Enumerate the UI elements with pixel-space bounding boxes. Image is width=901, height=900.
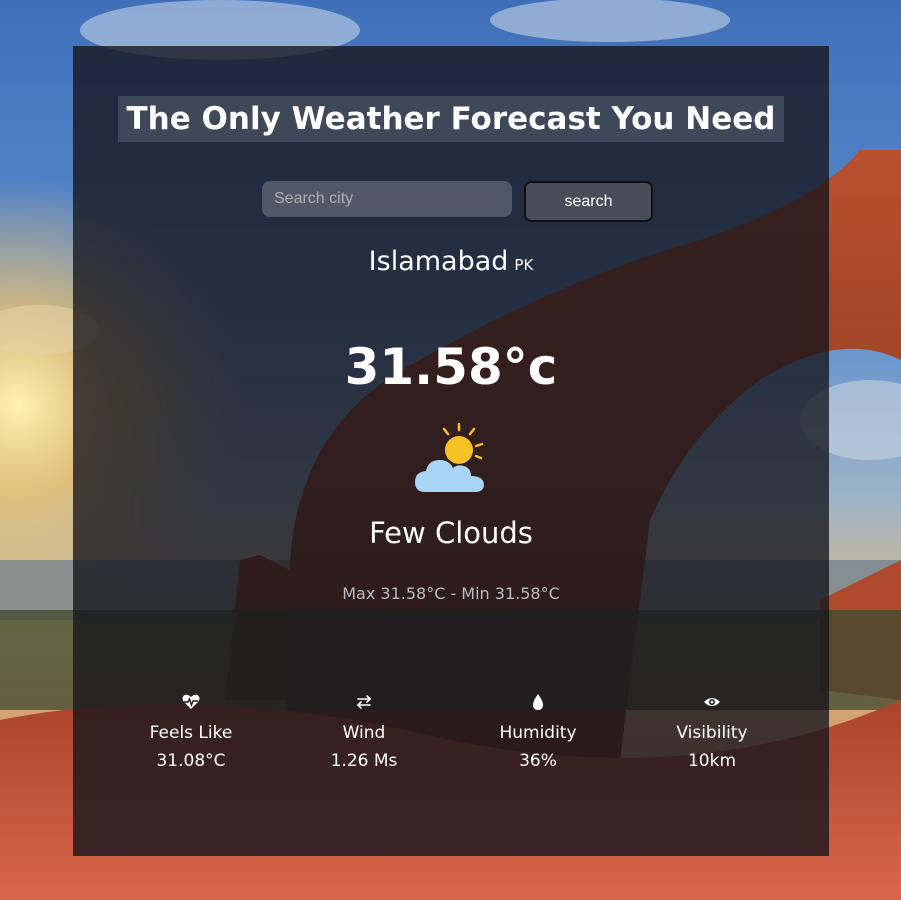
country-code: PK (514, 256, 534, 274)
stat-label: Feels Like (149, 723, 233, 743)
heartbeat-icon (111, 691, 271, 713)
current-temperature: 31.58°c (344, 338, 558, 396)
stat-value: 36% (519, 751, 557, 771)
stat-visibility: Visibility 10km (632, 691, 792, 771)
arrows-exchange-icon (284, 691, 444, 713)
stat-feels-like: Feels Like 31.08°C (111, 691, 271, 771)
weather-card: The Only Weather Forecast You Need searc… (73, 46, 829, 856)
droplet-icon (458, 691, 618, 713)
stat-label: Wind (342, 723, 386, 743)
page-title: The Only Weather Forecast You Need (126, 101, 776, 137)
min-max-temperature: Max 31.58°C - Min 31.58°C (342, 584, 560, 603)
stat-value: 1.26 Ms (330, 751, 398, 771)
location-heading: Islamabad PK (73, 246, 829, 277)
stat-label: Visibility (676, 723, 748, 743)
title-banner: The Only Weather Forecast You Need (118, 96, 784, 142)
sun-behind-cloud-icon (411, 420, 491, 500)
search-button[interactable]: search (524, 181, 653, 222)
stat-value: 31.08°C (156, 751, 226, 771)
stats-row: Feels Like 31.08°C Wind 1.26 Ms Humidity… (73, 691, 829, 781)
city-name: Islamabad (368, 246, 509, 277)
weather-condition: Few Clouds (369, 516, 533, 550)
stat-value: 10km (687, 751, 737, 771)
stat-label: Humidity (499, 723, 577, 743)
stat-wind: Wind 1.26 Ms (284, 691, 444, 771)
search-input[interactable] (262, 181, 512, 217)
eye-icon (632, 691, 792, 713)
stat-humidity: Humidity 36% (458, 691, 618, 771)
